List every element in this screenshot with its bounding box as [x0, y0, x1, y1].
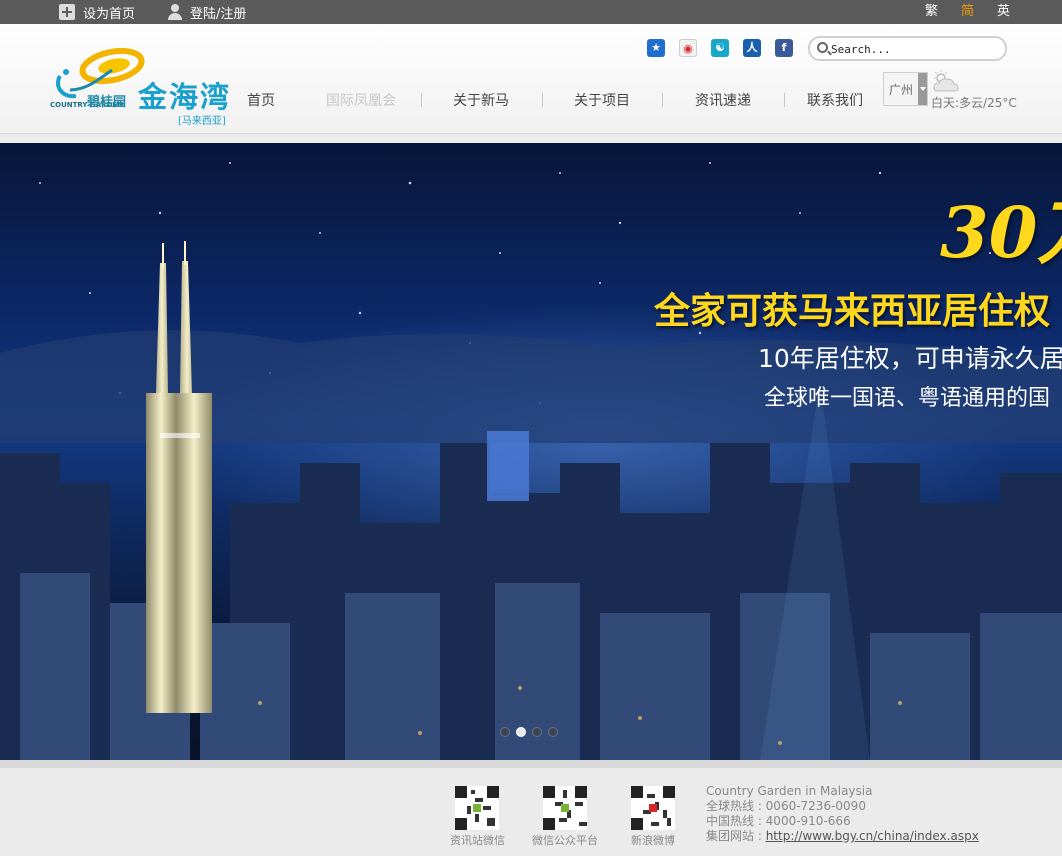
nav-divider [662, 93, 663, 107]
lang-traditional[interactable]: 繁 [925, 0, 938, 24]
nav-divider [542, 93, 543, 107]
plus-icon [59, 4, 75, 20]
slide-dot[interactable] [532, 727, 542, 737]
qr-label-wechat-news: 资讯站微信 [450, 834, 505, 847]
search-box[interactable] [808, 36, 1007, 61]
set-home-link[interactable]: 设为首页 [59, 0, 135, 24]
banner-line-1: 10年居住权，可申请永久居 [758, 344, 1062, 373]
chevron-down-icon[interactable] [918, 73, 927, 105]
login-label: 登陆/注册 [190, 6, 247, 22]
user-icon [167, 4, 183, 20]
login-link[interactable]: 登陆/注册 [167, 0, 246, 24]
qr-code-icon [455, 786, 499, 830]
nav-item-phoenix-club[interactable]: 国际凤凰会 [326, 90, 396, 110]
nav-divider [784, 93, 785, 107]
tencent-weibo-icon[interactable]: ☯ [711, 39, 729, 57]
footer-group-site: 集团网站 : http://www.bgy.cn/china/index.asp… [706, 829, 979, 844]
city-select[interactable]: 广州 [883, 72, 928, 106]
weather-text: 白天:多云/25°C [931, 96, 1017, 110]
footer-hotline-china: 中国热线 : 4000-910-666 [706, 814, 851, 828]
slide-dot[interactable] [500, 727, 510, 737]
footer-group-site-link[interactable]: http://www.bgy.cn/china/index.aspx [766, 829, 979, 843]
lang-english[interactable]: 英 [997, 0, 1010, 24]
nav-item-about-malaysia[interactable]: 关于新马 [453, 90, 509, 110]
top-bar: 设为首页 登陆/注册 繁 简 英 [0, 0, 1062, 24]
footer-company: Country Garden in Malaysia [706, 784, 873, 798]
banner-title: 全家可获马来西亚居住权 [654, 291, 1051, 332]
qr-label-sina-weibo: 新浪微博 [631, 834, 675, 847]
logo[interactable]: COUNTRY GARDEN 碧桂园 金海湾 [马来西亚] [50, 46, 232, 127]
nav-item-news[interactable]: 资讯速递 [695, 90, 751, 110]
qr-code-icon [631, 786, 675, 830]
lang-simplified[interactable]: 简 [961, 0, 974, 24]
site-footer: 资讯站微信 微信公众平台 新浪微博 Country Garden in Mala… [0, 760, 1062, 856]
banner-line-2: 全球唯一国语、粤语通用的国 [764, 386, 1051, 411]
hero-banner[interactable]: 30万 全家可获马来西亚居住权 10年居住权，可申请永久居 全球唯一国语、粤语通… [0, 143, 1062, 760]
slide-dot-active[interactable] [516, 727, 526, 737]
qr-label-wechat-official: 微信公众平台 [532, 834, 598, 847]
city-skyline-image [0, 162, 1062, 760]
logo-brand: 碧桂园 [87, 95, 127, 110]
renren-icon[interactable]: 人 [743, 39, 761, 57]
city-label: 广州 [889, 83, 914, 97]
nav-item-home[interactable]: 首页 [247, 90, 275, 110]
search-icon [817, 42, 828, 53]
slide-indicators [500, 727, 558, 737]
logo-subtitle: [马来西亚] [178, 116, 226, 127]
facebook-icon[interactable]: f [775, 39, 793, 57]
banner-headline-number: 30万 [940, 191, 1062, 274]
cloudy-icon [933, 70, 959, 92]
footer-group-site-label: 集团网站 : [706, 829, 766, 843]
set-home-label: 设为首页 [83, 6, 136, 22]
slide-dot[interactable] [548, 727, 558, 737]
nav-item-about-project[interactable]: 关于项目 [574, 90, 630, 110]
footer-hotline-global: 全球热线 : 0060-7236-0090 [706, 799, 866, 813]
qzone-icon[interactable]: ★ [647, 39, 665, 57]
site-header: COUNTRY GARDEN 碧桂园 金海湾 [马来西亚] 首页 国际凤凰会 关… [0, 24, 1062, 134]
qr-code-icon [543, 786, 587, 830]
search-input[interactable] [831, 40, 1001, 58]
nav-divider [421, 93, 422, 107]
logo-name: 金海湾 [138, 80, 232, 114]
weibo-icon[interactable]: ◉ [679, 39, 697, 57]
nav-item-contact[interactable]: 联系我们 [807, 90, 863, 110]
